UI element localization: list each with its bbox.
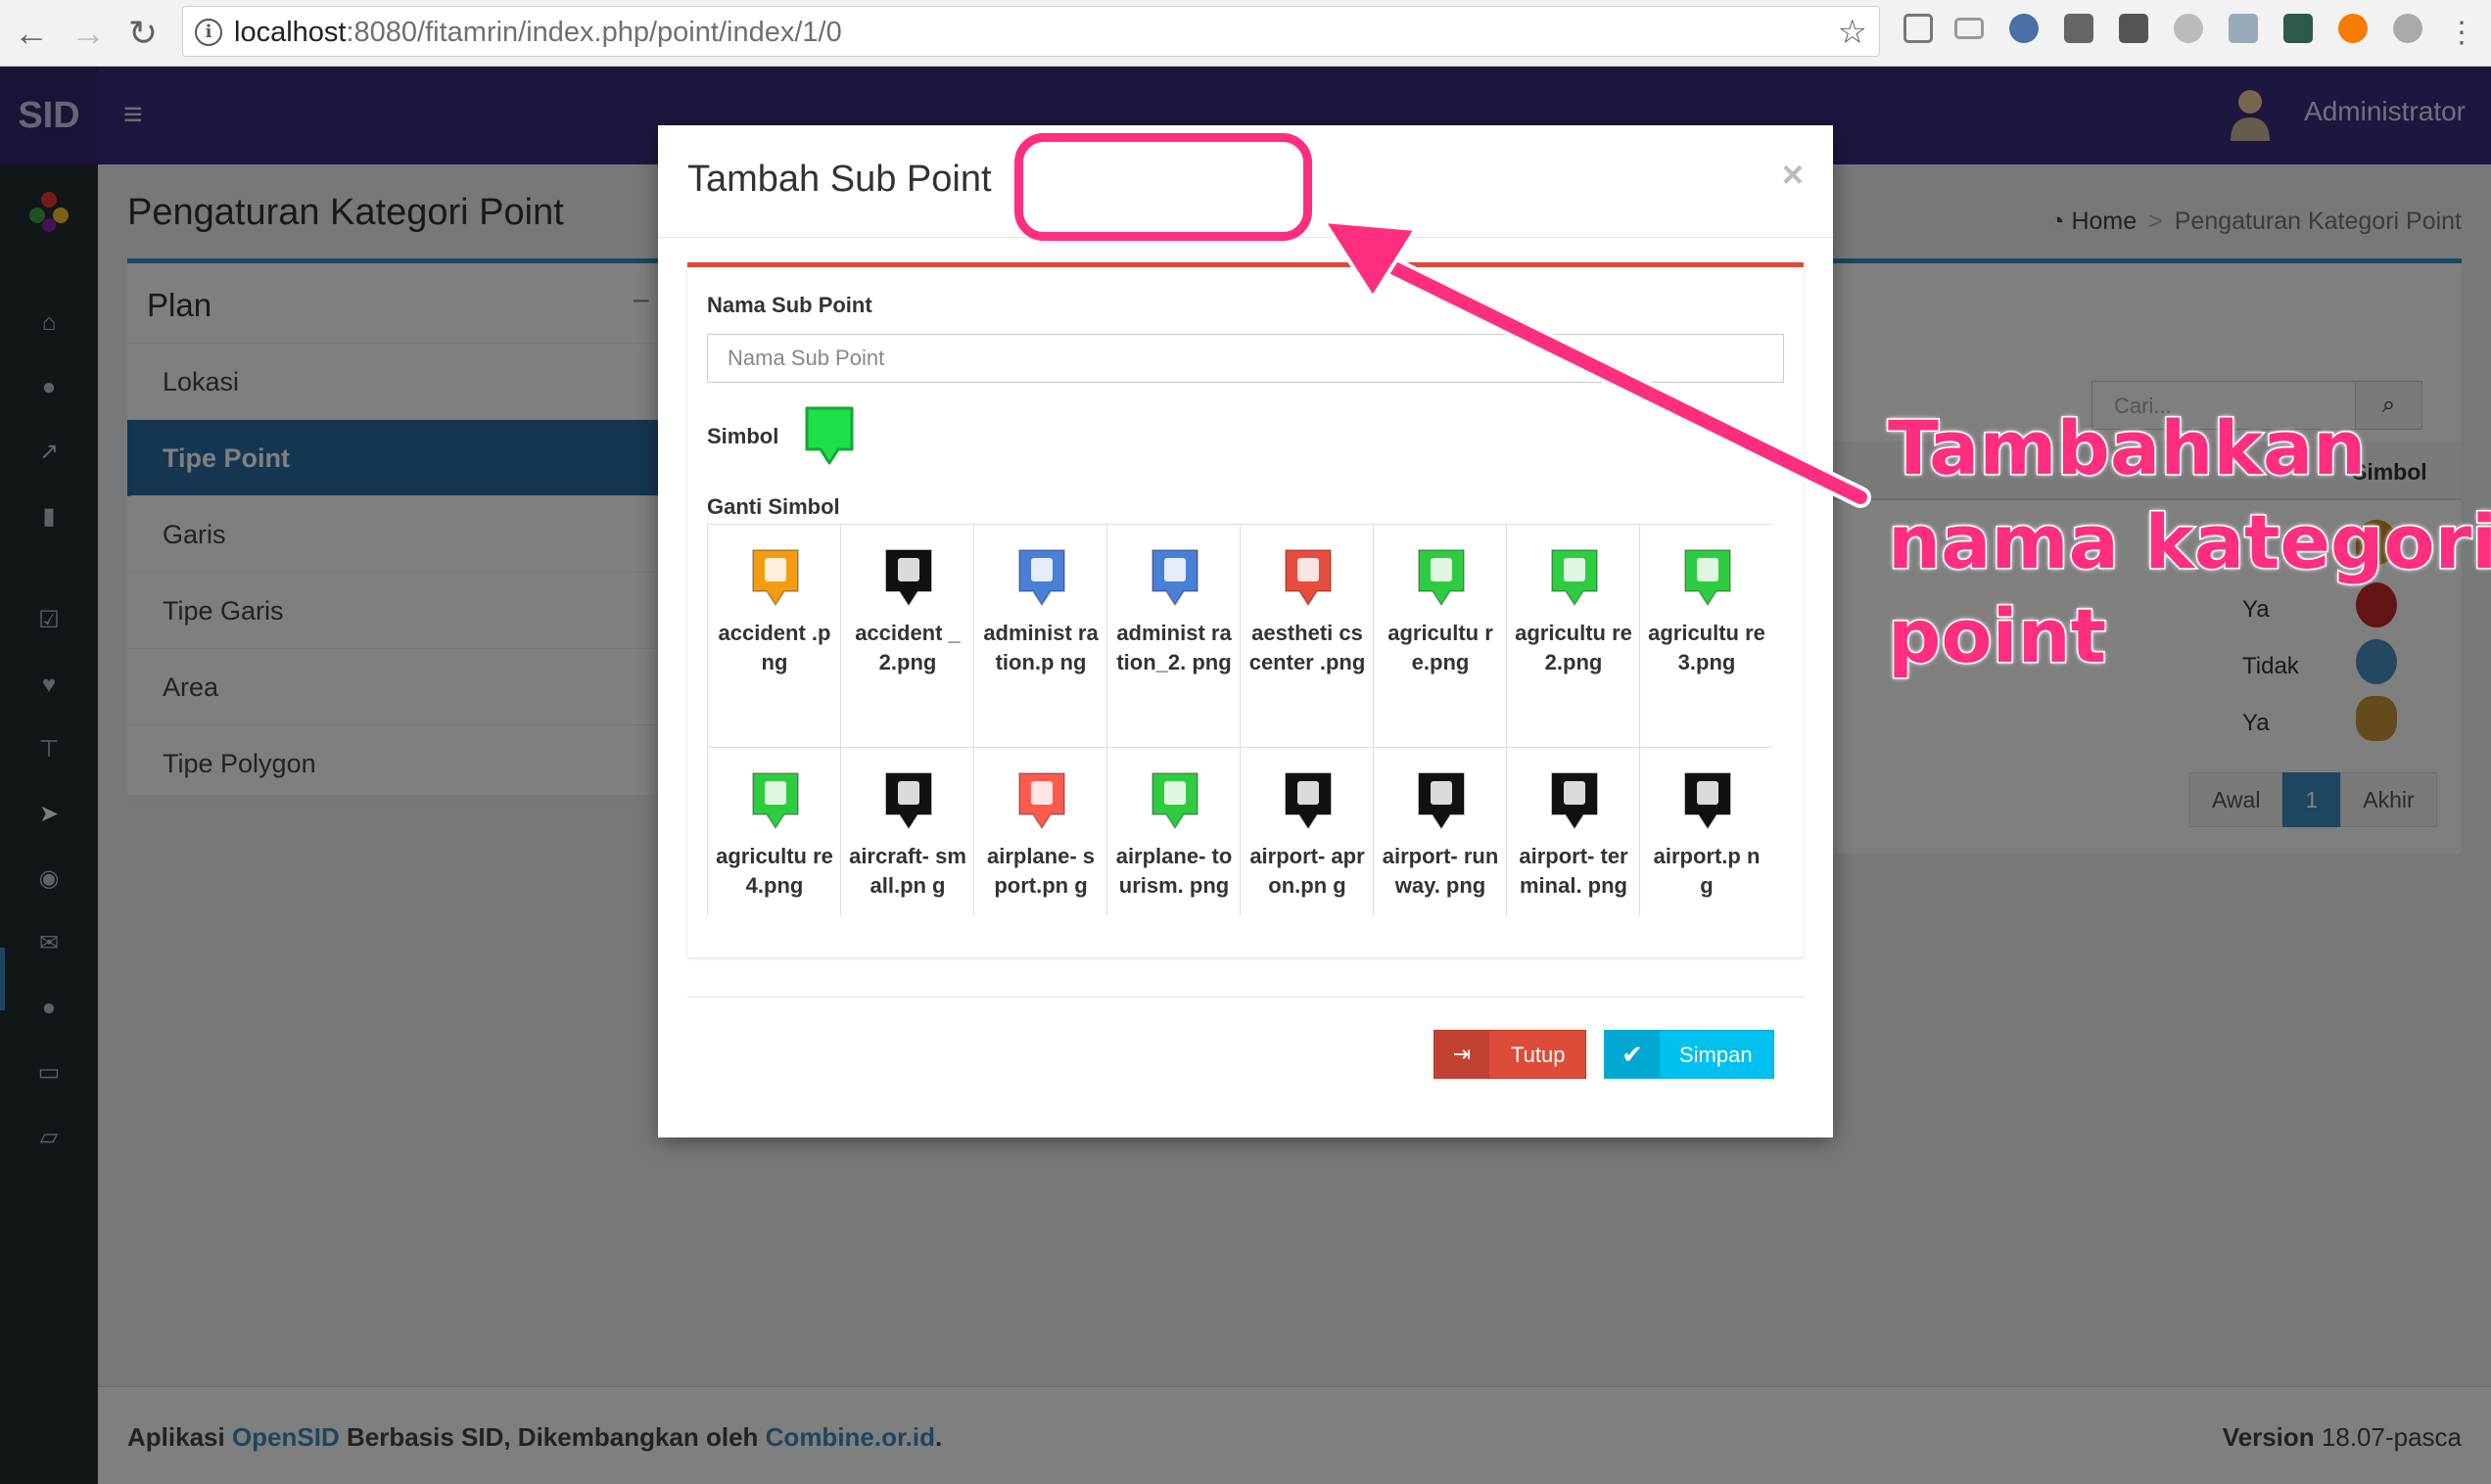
map-marker-icon	[1418, 772, 1465, 829]
symbol-option[interactable]: airplane- tourism. png	[1107, 748, 1241, 915]
map-marker-icon	[1684, 772, 1731, 829]
extension-icon[interactable]	[1954, 18, 1984, 39]
symbol-option-label: airport- terminal. png	[1519, 844, 1628, 898]
extension-icon[interactable]	[2338, 14, 2368, 43]
modal-title: Tambah Sub Point	[687, 159, 992, 200]
save-button[interactable]: ✔ Simpan	[1604, 1030, 1774, 1079]
map-marker-icon	[1551, 549, 1598, 606]
symbol-option-label: airplane- sport.pn g	[986, 844, 1096, 898]
extension-icon[interactable]	[1904, 14, 1933, 43]
change-symbol-label: Ganti Simbol	[707, 494, 840, 519]
symbol-option[interactable]: administ ration_2. png	[1107, 525, 1241, 748]
extension-icon[interactable]	[2009, 14, 2039, 43]
map-marker-icon	[1684, 549, 1731, 606]
annotation-highlight-box	[1014, 133, 1312, 241]
map-marker-icon	[1418, 549, 1465, 606]
symbol-option[interactable]: airport.p ng	[1640, 748, 1772, 915]
symbol-preview-icon	[805, 406, 854, 465]
extension-icon[interactable]	[2174, 14, 2203, 43]
map-marker-icon	[1551, 772, 1598, 829]
map-marker-icon	[1018, 772, 1065, 829]
extension-icon[interactable]	[2393, 14, 2422, 43]
symbol-option[interactable]: aestheti cscenter .png	[1241, 525, 1374, 748]
symbol-option-label: agricultu re4.png	[716, 844, 833, 898]
map-marker-icon	[885, 549, 932, 606]
symbol-option[interactable]: aircraft- small.pn g	[841, 748, 974, 915]
map-marker-icon	[1285, 772, 1332, 829]
symbol-option-label: accident _2.png	[855, 621, 961, 674]
menu-dots-icon[interactable]: ⋮	[2442, 14, 2481, 53]
forward-arrow-icon[interactable]: →	[69, 14, 108, 53]
map-marker-icon	[1018, 549, 1065, 606]
symbol-option-label: airport.p ng	[1653, 844, 1761, 898]
map-marker-icon	[752, 549, 799, 606]
symbol-option[interactable]: airport- apron.pn g	[1241, 748, 1374, 915]
symbol-option[interactable]: airport- runway. png	[1374, 748, 1507, 915]
symbol-option[interactable]: administ ration.p ng	[974, 525, 1107, 748]
symbol-option[interactable]: agricultu re.png	[1374, 525, 1507, 748]
symbol-label: Simbol	[707, 424, 779, 448]
map-marker-icon	[1285, 549, 1332, 606]
map-marker-icon	[885, 772, 932, 829]
symbol-option-label: accident .png	[718, 621, 831, 674]
symbol-option[interactable]: airport- terminal. png	[1507, 748, 1640, 915]
browser-toolbar: ← → ↻ i localhost:8080/fitamrin/index.ph…	[0, 0, 2491, 67]
map-marker-icon	[1152, 772, 1198, 829]
symbol-option[interactable]: accident .png	[708, 525, 841, 748]
symbol-option-label: airplane- tourism. png	[1115, 844, 1233, 898]
symbol-option[interactable]: agricultu re3.png	[1640, 525, 1772, 748]
form-box: Nama Sub Point Simbol Ganti Simbol accid…	[687, 262, 1804, 957]
url-text: localhost:8080/fitamrin/index.php/point/…	[234, 17, 842, 48]
close-button[interactable]: ⇥ Tutup	[1434, 1030, 1586, 1079]
save-button-label: Simpan	[1679, 1043, 1753, 1067]
symbol-option-label: aestheti cscenter .png	[1248, 621, 1366, 674]
info-icon[interactable]: i	[195, 19, 222, 46]
address-bar[interactable]: i localhost:8080/fitamrin/index.php/poin…	[182, 6, 1880, 57]
extension-icon[interactable]	[2064, 14, 2093, 43]
map-marker-icon	[1152, 549, 1198, 606]
symbol-option[interactable]: agricultu re4.png	[708, 748, 841, 915]
close-button-label: Tutup	[1511, 1043, 1566, 1067]
name-label: Nama Sub Point	[707, 293, 872, 317]
symbol-option[interactable]: accident _2.png	[841, 525, 974, 748]
symbol-option-label: administ ration.p ng	[983, 621, 1099, 674]
reload-icon[interactable]: ↻	[123, 14, 163, 53]
sub-point-name-input[interactable]	[708, 335, 1783, 382]
annotation-text: Tambahkan nama kategori point	[1887, 403, 2491, 681]
back-arrow-icon[interactable]: ←	[12, 14, 51, 53]
symbol-option-label: agricultu re.png	[1387, 621, 1493, 674]
symbol-option-label: aircraft- small.pn g	[849, 844, 966, 898]
symbol-option[interactable]: airplane- sport.pn g	[974, 748, 1107, 915]
symbol-option[interactable]: agricultu re2.png	[1507, 525, 1640, 748]
extension-icon[interactable]	[2119, 14, 2148, 43]
bookmark-star-icon[interactable]: ☆	[1838, 13, 1867, 52]
symbol-option-label: agricultu re2.png	[1515, 621, 1632, 674]
name-field[interactable]	[707, 334, 1784, 383]
symbol-option-label: airport- apron.pn g	[1249, 844, 1365, 898]
symbol-option-label: administ ration_2. png	[1116, 621, 1232, 674]
map-marker-icon	[752, 772, 799, 829]
symbol-option-label: agricultu re3.png	[1648, 621, 1765, 674]
extension-icon[interactable]	[2229, 14, 2258, 43]
close-icon[interactable]: ×	[1782, 155, 1804, 197]
sign-out-icon: ⇥	[1434, 1031, 1489, 1078]
add-sub-point-modal: Tambah Sub Point × Nama Sub Point Simbol…	[658, 125, 1833, 1137]
symbol-option-label: airport- runway. png	[1382, 844, 1499, 898]
extension-icon[interactable]	[2283, 14, 2313, 43]
symbol-grid: accident .png accident _2.png administ rat…	[707, 524, 1772, 915]
check-icon: ✔	[1605, 1031, 1660, 1078]
